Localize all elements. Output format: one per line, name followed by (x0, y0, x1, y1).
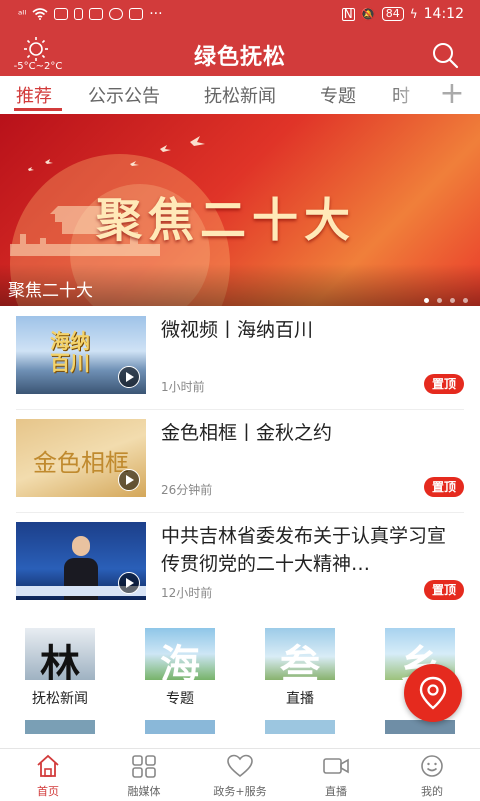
shortcut-thumbnail-partial (145, 720, 215, 734)
shortcut-live[interactable]: 叁 直播 (260, 628, 340, 708)
battery-icon: 84 (381, 7, 404, 21)
status-right: N 🔕 84 ϟ 14:12 (341, 6, 464, 22)
nav-label: 首页 (37, 785, 59, 798)
nav-label: 政务+服务 (213, 785, 267, 798)
message-icon (109, 8, 124, 20)
shortcut-char: 林 (40, 641, 80, 680)
nfc-icon: N (341, 6, 355, 21)
location-pin-icon (419, 676, 447, 710)
weibo-icon-2 (89, 8, 104, 20)
thumbnail-text: 海纳百川 (50, 329, 90, 375)
news-title: 金色相框丨金秋之约 (161, 422, 333, 444)
weibo-icon (54, 8, 69, 20)
wifi-icon (32, 8, 48, 20)
news-time: 1小时前 (161, 380, 205, 394)
home-icon (37, 754, 59, 777)
banner-headline: 聚焦二十大 (96, 193, 356, 247)
news-thumbnail: 金色相框 (16, 419, 146, 497)
pinned-badge: 置顶 (423, 477, 464, 497)
location-fab[interactable] (404, 664, 462, 722)
mute-icon: 🔕 (360, 7, 376, 21)
news-title: 中共吉林省委发布关于认真学习宣传贯彻党的二十大精神… (161, 525, 447, 575)
shortcut-label: 专题 (166, 691, 194, 707)
nav-label: 融媒体 (127, 785, 161, 798)
smiley-icon (421, 755, 443, 777)
play-icon (118, 469, 140, 491)
shortcut-thumbnail: 叁 (265, 628, 335, 680)
carousel-dot-4 (463, 298, 468, 303)
play-icon (118, 572, 140, 594)
category-tabs: 推荐 公示公告 抚松新闻 专题 时 + (0, 76, 480, 115)
add-tab-icon[interactable]: + (438, 79, 466, 109)
news-item-1[interactable]: 海纳百川 微视频丨海纳百川 1小时前 置顶 (16, 306, 464, 410)
news-title: 微视频丨海纳百川 (161, 319, 314, 341)
tab-fade (390, 76, 430, 114)
shortcut-char: 叁 (280, 641, 320, 680)
shortcut-fusong-news[interactable]: 林 抚松新闻 (20, 628, 100, 708)
banner-caption: 聚焦二十大 (8, 281, 93, 301)
carousel-dot-1 (424, 298, 429, 303)
shortcut-thumbnail-partial (265, 720, 335, 734)
carousel-dot-2 (437, 298, 442, 303)
news-thumbnail (16, 522, 146, 600)
charging-icon: ϟ (409, 7, 418, 21)
nav-home[interactable]: 首页 (0, 749, 96, 801)
status-left: ᵃᴵˡ ··· (18, 6, 163, 22)
news-thumbnail: 海纳百川 (16, 316, 146, 394)
nav-services[interactable]: 政务+服务 (192, 749, 288, 801)
pinned-badge: 置顶 (423, 580, 464, 600)
shortcut-label: 直播 (286, 691, 314, 707)
clock: 14:12 (423, 6, 464, 22)
nav-media[interactable]: 融媒体 (96, 749, 192, 801)
shortcut-char: 海 (160, 641, 200, 680)
carousel-dots (424, 298, 468, 303)
app-header: -5°C~2°C 绿色抚松 (0, 30, 480, 76)
carousel-dot-3 (450, 298, 455, 303)
nav-profile[interactable]: 我的 (384, 749, 480, 801)
nav-label: 我的 (421, 785, 443, 798)
nav-label: 直播 (325, 785, 347, 798)
heart-icon (227, 754, 253, 778)
play-icon (118, 366, 140, 388)
shortcut-thumbnail: 林 (25, 628, 95, 680)
battery-app-icon (74, 8, 84, 20)
grid-icon (132, 755, 156, 778)
signal-icon: ᵃᴵˡ (18, 7, 27, 21)
active-tab-indicator (14, 108, 62, 111)
shortcut-thumbnail-partial (25, 720, 95, 734)
search-icon[interactable] (430, 40, 460, 70)
status-bar: ᵃᴵˡ ··· N 🔕 84 ϟ 14:12 (0, 0, 480, 30)
pinned-badge: 置顶 (423, 374, 464, 394)
news-time: 12小时前 (161, 586, 213, 600)
tab-announcements[interactable]: 公示公告 (88, 82, 160, 108)
shortcut-thumbnail: 海 (145, 628, 215, 680)
shortcut-topics[interactable]: 海 专题 (140, 628, 220, 708)
tab-fusong-news[interactable]: 抚松新闻 (204, 82, 276, 108)
news-item-3[interactable]: 中共吉林省委发布关于认真学习宣传贯彻党的二十大精神… 12小时前 置顶 (16, 512, 464, 615)
shortcut-thumbnail-partial (385, 720, 455, 734)
more-notifications-icon: ··· (149, 6, 163, 22)
video-camera-icon (323, 758, 349, 774)
news-time: 26分钟前 (161, 483, 213, 497)
banner-carousel[interactable]: 聚焦二十大 聚焦二十大 (0, 114, 480, 306)
tab-recommend[interactable]: 推荐 (16, 82, 52, 108)
search-app-icon (129, 8, 144, 20)
app-title: 绿色抚松 (193, 45, 286, 70)
nav-live[interactable]: 直播 (288, 749, 384, 801)
tab-topics[interactable]: 专题 (320, 82, 356, 108)
shortcut-label: 抚松新闻 (32, 691, 88, 707)
bottom-navigation: 首页 融媒体 政务+服务 直播 我的 (0, 748, 480, 801)
news-item-2[interactable]: 金色相框 金色相框丨金秋之约 26分钟前 置顶 (16, 409, 464, 513)
